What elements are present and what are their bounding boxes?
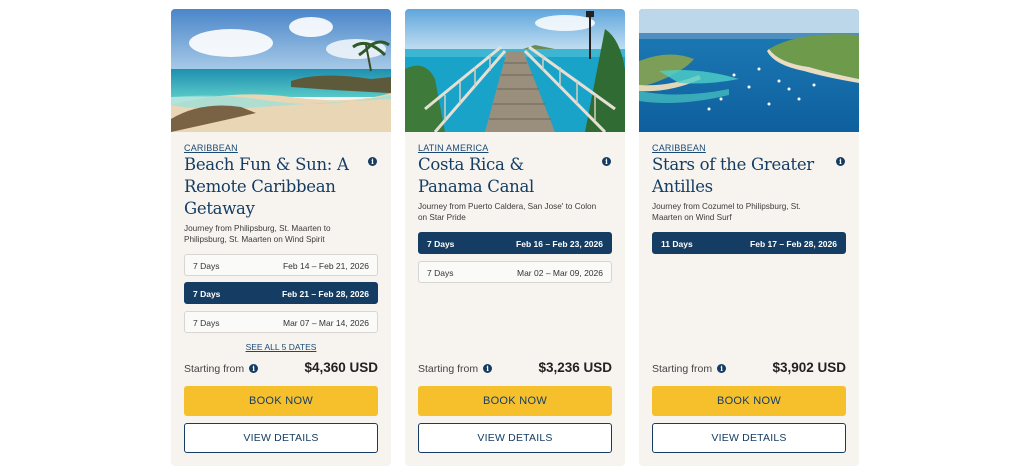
date-days: 7 Days (193, 261, 220, 271)
cruise-image-beach[interactable] (171, 9, 391, 132)
starting-from-text: Starting from (418, 363, 479, 375)
cruise-card: LATIN AMERICA Costa Rica & Panama Canal … (405, 9, 625, 466)
book-now-button[interactable]: BOOK NOW (652, 386, 846, 416)
date-option[interactable]: 7 Days Mar 02 – Mar 09, 2026 (418, 261, 612, 283)
price: $3,236 USD (538, 360, 612, 375)
date-option-selected[interactable]: 11 Days Feb 17 – Feb 28, 2026 (652, 232, 846, 254)
book-now-button[interactable]: BOOK NOW (418, 386, 612, 416)
starting-from-text: Starting from (652, 363, 713, 375)
date-days: 7 Days (193, 289, 221, 299)
date-range: Feb 14 – Feb 21, 2026 (282, 261, 369, 271)
cruise-title[interactable]: Beach Fun & Sun: A Remote Caribbean Geta… (184, 154, 359, 220)
starting-from-label: Starting from i (418, 363, 493, 375)
date-range: Feb 21 – Feb 28, 2026 (282, 289, 369, 299)
starting-from-label: Starting from i (652, 363, 727, 375)
info-icon[interactable]: i (602, 157, 611, 166)
view-details-button[interactable]: VIEW DETAILS (652, 423, 846, 453)
see-all-dates-link[interactable]: SEE ALL 5 DATES (171, 342, 391, 352)
date-range: Feb 17 – Feb 28, 2026 (750, 239, 837, 249)
date-days: 7 Days (427, 239, 455, 249)
date-days: 7 Days (427, 268, 454, 278)
date-option[interactable]: 7 Days Feb 14 – Feb 21, 2026 (184, 254, 378, 276)
region-link[interactable]: CARIBBEAN (652, 143, 706, 153)
date-option-selected[interactable]: 7 Days Feb 21 – Feb 28, 2026 (184, 282, 378, 304)
info-icon[interactable]: i (836, 157, 845, 166)
cruise-title[interactable]: Stars of the Greater Antilles (652, 154, 827, 198)
info-icon[interactable]: i (249, 364, 259, 373)
view-details-button[interactable]: VIEW DETAILS (418, 423, 612, 453)
journey-description: Journey from Puerto Caldera, San Jose' t… (418, 202, 597, 222)
journey-description: Journey from Cozumel to Philipsburg, St.… (652, 202, 801, 222)
date-days: 7 Days (193, 318, 220, 328)
price: $3,902 USD (772, 360, 846, 375)
book-now-button[interactable]: BOOK NOW (184, 386, 378, 416)
info-icon[interactable]: i (483, 364, 493, 373)
cruise-image-bay[interactable] (639, 9, 859, 132)
cruise-card: CARIBBEAN Stars of the Greater Antilles … (639, 9, 859, 466)
date-days: 11 Days (661, 239, 693, 249)
region-link[interactable]: CARIBBEAN (184, 143, 238, 153)
info-icon[interactable]: i (717, 364, 727, 373)
date-range: Feb 16 – Feb 23, 2026 (516, 239, 603, 249)
starting-from-label: Starting from i (184, 363, 259, 375)
date-option-selected[interactable]: 7 Days Feb 16 – Feb 23, 2026 (418, 232, 612, 254)
date-option[interactable]: 7 Days Mar 07 – Mar 14, 2026 (184, 311, 378, 333)
region-link[interactable]: LATIN AMERICA (418, 143, 488, 153)
cruise-title[interactable]: Costa Rica & Panama Canal (418, 154, 593, 198)
cruise-card: CARIBBEAN Beach Fun & Sun: A Remote Cari… (171, 9, 391, 466)
journey-description: Journey from Philipsburg, St. Maarten to… (184, 224, 331, 244)
info-icon[interactable]: i (368, 157, 377, 166)
price: $4,360 USD (304, 360, 378, 375)
starting-from-text: Starting from (184, 363, 245, 375)
date-range: Mar 07 – Mar 14, 2026 (283, 318, 369, 328)
view-details-button[interactable]: VIEW DETAILS (184, 423, 378, 453)
date-range: Mar 02 – Mar 09, 2026 (517, 268, 603, 278)
cruise-image-pier[interactable] (405, 9, 625, 132)
